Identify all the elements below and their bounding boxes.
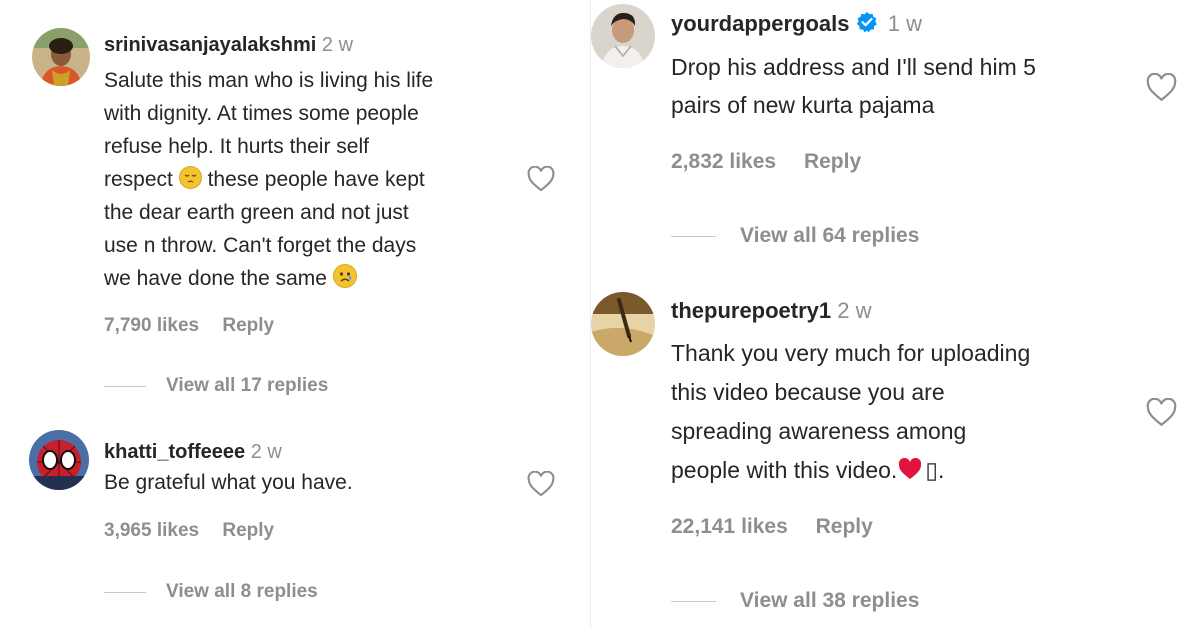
view-replies-label[interactable]: View all 17 replies	[166, 375, 328, 397]
comment-time[interactable]: 2 w	[251, 441, 282, 463]
replies-divider-line	[671, 600, 716, 602]
reply-button[interactable]: Reply	[222, 315, 274, 336]
comment-username[interactable]: khatti_toffeeee	[104, 441, 245, 463]
pensive-face-emoji	[178, 166, 202, 189]
comment-meta: 22,141 likes Reply	[671, 515, 873, 539]
view-replies-button[interactable]: View all 64 replies	[671, 224, 919, 248]
likes-count[interactable]: 3,965 likes	[104, 520, 199, 541]
avatar[interactable]	[591, 4, 655, 68]
comment-time[interactable]: 1 w	[888, 11, 922, 36]
comment-username[interactable]: srinivasanjayalakshmi	[104, 34, 316, 56]
avatar[interactable]	[32, 28, 90, 86]
reply-button[interactable]: Reply	[222, 520, 274, 541]
like-heart-icon[interactable]	[527, 165, 555, 197]
like-heart-icon[interactable]	[1146, 397, 1177, 432]
comment-khatti_toffeeee: khatti_toffeeee 2 w Be grateful what you…	[0, 410, 590, 628]
view-replies-label[interactable]: View all 38 replies	[740, 589, 919, 613]
comment-thepurepoetry1: thepurepoetry1 2 w Thank you very much f…	[591, 280, 1200, 628]
comment-meta: 3,965 likes Reply	[104, 520, 274, 542]
comment-text: Thank you very much for uploading this v…	[671, 340, 1031, 483]
view-replies-button[interactable]: View all 17 replies	[104, 375, 328, 397]
comment-username[interactable]: yourdappergoals	[671, 11, 849, 36]
sad-face-emoji	[332, 264, 357, 288]
like-heart-icon[interactable]	[1146, 72, 1177, 107]
red-heart-emoji	[897, 458, 923, 480]
comment-text: Salute this man who is living his life w…	[104, 69, 434, 290]
comment-text: Be grateful what you have.	[104, 471, 353, 494]
view-replies-button[interactable]: View all 38 replies	[671, 589, 919, 613]
reply-button[interactable]: Reply	[816, 515, 873, 538]
view-replies-label[interactable]: View all 64 replies	[740, 224, 919, 248]
view-replies-label[interactable]: View all 8 replies	[166, 581, 318, 603]
likes-count[interactable]: 2,832 likes	[671, 150, 776, 173]
replies-divider-line	[104, 591, 146, 593]
comment-username[interactable]: thepurepoetry1	[671, 298, 831, 323]
likes-count[interactable]: 22,141 likes	[671, 515, 788, 538]
comment-meta: 2,832 likes Reply	[671, 150, 861, 174]
replies-divider-line	[104, 385, 146, 387]
comment-meta: 7,790 likes Reply	[104, 315, 274, 337]
reply-button[interactable]: Reply	[804, 150, 861, 173]
avatar[interactable]	[29, 430, 89, 490]
avatar[interactable]	[591, 292, 655, 356]
comment-text: Drop his address and I'll send him 5 pai…	[671, 54, 1036, 118]
replies-divider-line	[671, 235, 716, 237]
verified-badge-icon	[856, 11, 878, 40]
view-replies-button[interactable]: View all 8 replies	[104, 581, 318, 603]
comment-srinivasanjayalakshmi: srinivasanjayalakshmi 2 w Salute this ma…	[0, 0, 590, 410]
comment-time[interactable]: 2 w	[837, 298, 871, 323]
likes-count[interactable]: 7,790 likes	[104, 315, 199, 336]
comment-time[interactable]: 2 w	[322, 34, 353, 56]
comment-yourdappergoals: yourdappergoals 1 w Drop his address and…	[591, 0, 1200, 280]
like-heart-icon[interactable]	[527, 470, 555, 502]
